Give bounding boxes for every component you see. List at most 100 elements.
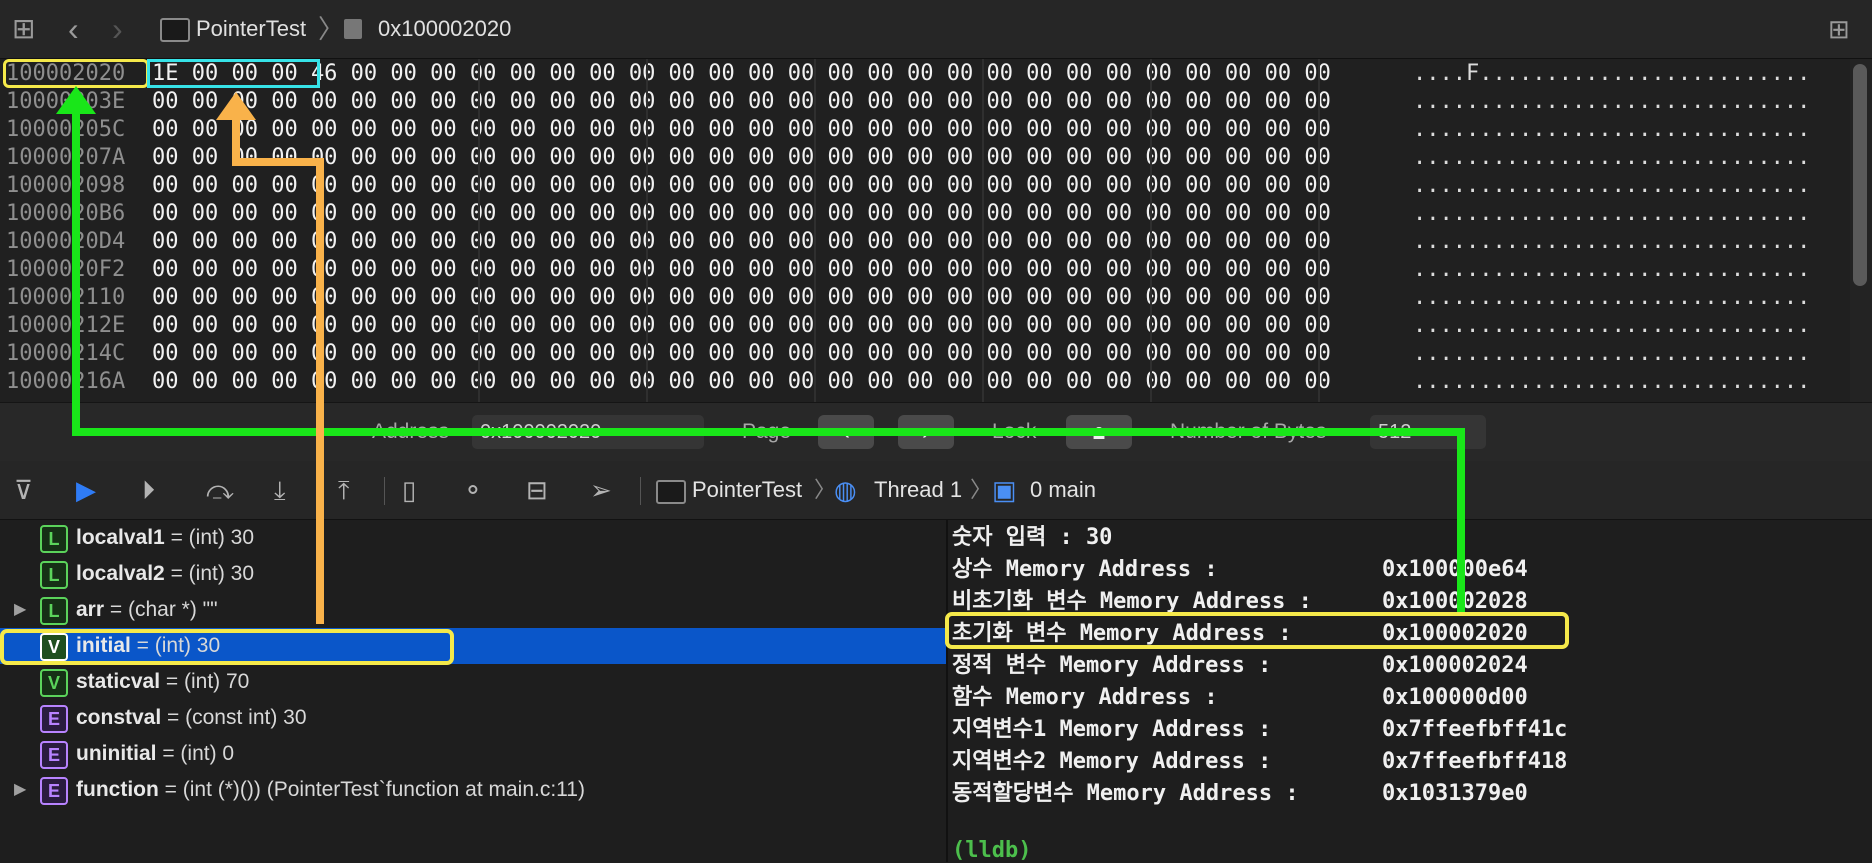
step-out-icon[interactable]: ⤒ — [338, 461, 350, 519]
memory-bytes[interactable]: 1E 00 00 00 46 00 00 00 00 00 00 00 00 0… — [152, 60, 1331, 88]
process-name[interactable]: PointerTest — [692, 461, 802, 519]
variable-name: staticval = (int) 70 — [76, 664, 249, 700]
memory-bytes[interactable]: 00 00 00 00 00 00 00 00 00 00 00 00 00 0… — [152, 284, 1331, 312]
variable-kind-badge: E — [40, 777, 68, 805]
console-output[interactable]: (lldb) 숫자 입력 : 30 상수 Memory Address : 0x10… — [948, 520, 1872, 863]
memory-scroll-thumb[interactable] — [1853, 64, 1867, 286]
memory-ascii: .............................. — [1413, 313, 1811, 338]
toolbar-divider — [384, 477, 385, 505]
memory-ascii: .............................. — [1413, 89, 1811, 114]
lock-button[interactable]: 🔒︎ — [1066, 415, 1132, 449]
memory-bytes[interactable]: 00 00 00 00 00 00 00 00 00 00 00 00 00 0… — [152, 116, 1331, 144]
page-next-button[interactable]: › — [898, 415, 954, 449]
memory-row[interactable]: 1000020B6 00 00 00 00 00 00 00 00 00 00 0… — [0, 200, 1850, 228]
variable-row-arr[interactable]: ▶ Larr = (char *) "" — [0, 592, 946, 628]
memory-bytes[interactable]: 00 00 00 00 00 00 00 00 00 00 00 00 00 0… — [152, 340, 1331, 368]
memory-row[interactable]: 10000214C 00 00 00 00 00 00 00 00 00 00 0… — [0, 340, 1850, 368]
process-icon — [656, 480, 686, 504]
simulate-location-icon[interactable]: ➢ — [590, 461, 612, 519]
memory-row[interactable]: 10000205C 00 00 00 00 00 00 00 00 00 00 0… — [0, 116, 1850, 144]
variable-value: = (char *) "" — [104, 598, 218, 621]
memory-bytes[interactable]: 00 00 00 00 00 00 00 00 00 00 00 00 00 0… — [152, 228, 1331, 256]
variable-identifier: localval2 — [76, 562, 165, 585]
memory-address: 100002098 — [6, 173, 126, 198]
number-of-bytes-label: Number of Bytes — [1170, 420, 1327, 443]
memory-graph-icon[interactable]: ⚬ — [462, 461, 484, 519]
memory-ascii: .............................. — [1413, 257, 1811, 282]
memory-row[interactable]: 10000207A 00 00 00 00 00 00 00 00 00 00 0… — [0, 144, 1850, 172]
memory-bytes[interactable]: 00 00 00 00 00 00 00 00 00 00 00 00 00 0… — [152, 312, 1331, 340]
memory-address: 10000203E — [6, 89, 126, 114]
variable-name: uninitial = (int) 0 — [76, 736, 234, 772]
console-line-value: 0x7ffeefbff41c — [1382, 717, 1568, 742]
memory-address: 10000214C — [6, 341, 126, 366]
memory-row[interactable]: 100002098 00 00 00 00 00 00 00 00 00 00 0… — [0, 172, 1850, 200]
memory-bytes[interactable]: 00 00 00 00 00 00 00 00 00 00 00 00 00 0… — [152, 144, 1331, 172]
variable-row-uninitial[interactable]: Euninitial = (int) 0 — [0, 736, 946, 772]
memory-row[interactable]: 1000020F2 00 00 00 00 00 00 00 00 00 00 0… — [0, 256, 1850, 284]
related-items-icon[interactable]: ⊞ — [12, 0, 35, 58]
memory-row[interactable]: 100002020 1E 00 00 00 46 00 00 00 00 00 0… — [0, 60, 1850, 88]
variable-name: constval = (const int) 30 — [76, 700, 307, 736]
variable-row-staticval[interactable]: Vstaticval = (int) 70 — [0, 664, 946, 700]
jump-bar: ⊞ ‹ › PointerTest 〉 0x100002020 ⊞ — [0, 0, 1872, 59]
memory-address: 10000207A — [6, 145, 126, 170]
memory-ascii: .............................. — [1413, 369, 1811, 394]
memory-browser: 100002020 1E 00 00 00 46 00 00 00 00 00 0… — [0, 59, 1850, 402]
thread-name[interactable]: Thread 1 — [874, 461, 962, 519]
variable-identifier: staticval — [76, 670, 161, 693]
back-arrow-icon[interactable]: ‹ — [68, 0, 79, 58]
variable-identifier: constval — [76, 706, 162, 729]
variable-row-localval1[interactable]: Llocalval1 = (int) 30 — [0, 520, 946, 556]
memory-bytes[interactable]: 00 00 00 00 00 00 00 00 00 00 00 00 00 0… — [152, 256, 1331, 284]
number-of-bytes-field[interactable]: 512 — [1370, 415, 1486, 449]
debug-toolbar: ⊽ ▶ ⏵ ⤼ ⤓ ⤒ ▯ ⚬ ⊟ ➢ PointerTest 〉 ◍ Thre… — [0, 461, 1872, 520]
variable-row-function[interactable]: ▶ Efunction = (int (*)()) (PointerTest`fu… — [0, 772, 946, 808]
variable-value: = (int) 70 — [160, 670, 250, 693]
memory-bytes[interactable]: 00 00 00 00 00 00 00 00 00 00 00 00 00 0… — [152, 200, 1331, 228]
step-into-icon[interactable]: ⤓ — [274, 461, 286, 519]
hide-debug-area-icon[interactable]: ⊽ — [14, 461, 33, 519]
disclosure-triangle-icon[interactable]: ▶ — [14, 772, 26, 808]
environment-overrides-icon[interactable]: ⊟ — [526, 461, 548, 519]
breadcrumb-address[interactable]: 0x100002020 — [378, 0, 511, 58]
group-divider — [646, 59, 648, 402]
group-divider — [478, 59, 480, 402]
view-debugger-icon[interactable]: ▯ — [402, 461, 416, 519]
memory-ascii: .............................. — [1413, 341, 1811, 366]
memory-row[interactable]: 100002110 00 00 00 00 00 00 00 00 00 00 0… — [0, 284, 1850, 312]
memory-bytes[interactable]: 00 00 00 00 00 00 00 00 00 00 00 00 00 0… — [152, 88, 1331, 116]
address-field[interactable]: 0x100002020 — [472, 415, 704, 449]
memory-controls: Address 0x100002020 Page ‹ › Lock 🔒︎ Num… — [0, 402, 1872, 462]
memory-ascii: .............................. — [1413, 173, 1811, 198]
breadcrumb-separator: 〉 — [814, 477, 837, 502]
console-line-value: 0x7ffeefbff418 — [1382, 749, 1568, 774]
continue-icon[interactable]: ⏵ — [142, 461, 155, 519]
memory-bytes[interactable]: 00 00 00 00 00 00 00 00 00 00 00 00 00 0… — [152, 172, 1331, 200]
breadcrumb-project[interactable]: PointerTest — [196, 0, 306, 58]
thread-icon: ◍ — [834, 475, 857, 505]
memory-row[interactable]: 10000203E 00 00 00 00 00 00 00 00 00 00 0… — [0, 88, 1850, 116]
memory-bytes[interactable]: 00 00 00 00 00 00 00 00 00 00 00 00 00 0… — [152, 368, 1331, 396]
memory-ascii: .............................. — [1413, 117, 1811, 142]
variable-row-initial[interactable]: Vinitial = (int) 30 — [0, 628, 946, 664]
variable-row-constval[interactable]: Econstval = (const int) 30 — [0, 700, 946, 736]
memory-row[interactable]: 10000212E 00 00 00 00 00 00 00 00 00 00 0… — [0, 312, 1850, 340]
console-line-label: 상수 Memory Address : — [952, 557, 1218, 582]
disclosure-triangle-icon[interactable]: ▶ — [14, 592, 26, 628]
memory-ascii: .............................. — [1413, 201, 1811, 226]
variable-kind-badge: L — [40, 561, 68, 589]
page-prev-button[interactable]: ‹ — [818, 415, 874, 449]
variable-name: initial = (int) 30 — [76, 628, 220, 664]
variable-row-localval2[interactable]: Llocalval2 = (int) 30 — [0, 556, 946, 592]
breakpoints-toggle-icon[interactable]: ▶ — [76, 461, 96, 519]
split-editor-icon[interactable]: ⊞ — [1828, 0, 1850, 58]
stack-frame[interactable]: 0 main — [1030, 461, 1096, 519]
step-over-icon[interactable]: ⤼ — [206, 461, 234, 519]
memory-row[interactable]: 1000020D4 00 00 00 00 00 00 00 00 00 00 0… — [0, 228, 1850, 256]
console-line-label: 지역변수2 Memory Address : — [952, 749, 1272, 774]
forward-arrow-icon[interactable]: › — [112, 0, 123, 58]
memory-row[interactable]: 10000216A 00 00 00 00 00 00 00 00 00 00 0… — [0, 368, 1850, 396]
console-line-value: 0x100002028 — [1382, 589, 1528, 614]
variable-kind-badge: E — [40, 705, 68, 733]
